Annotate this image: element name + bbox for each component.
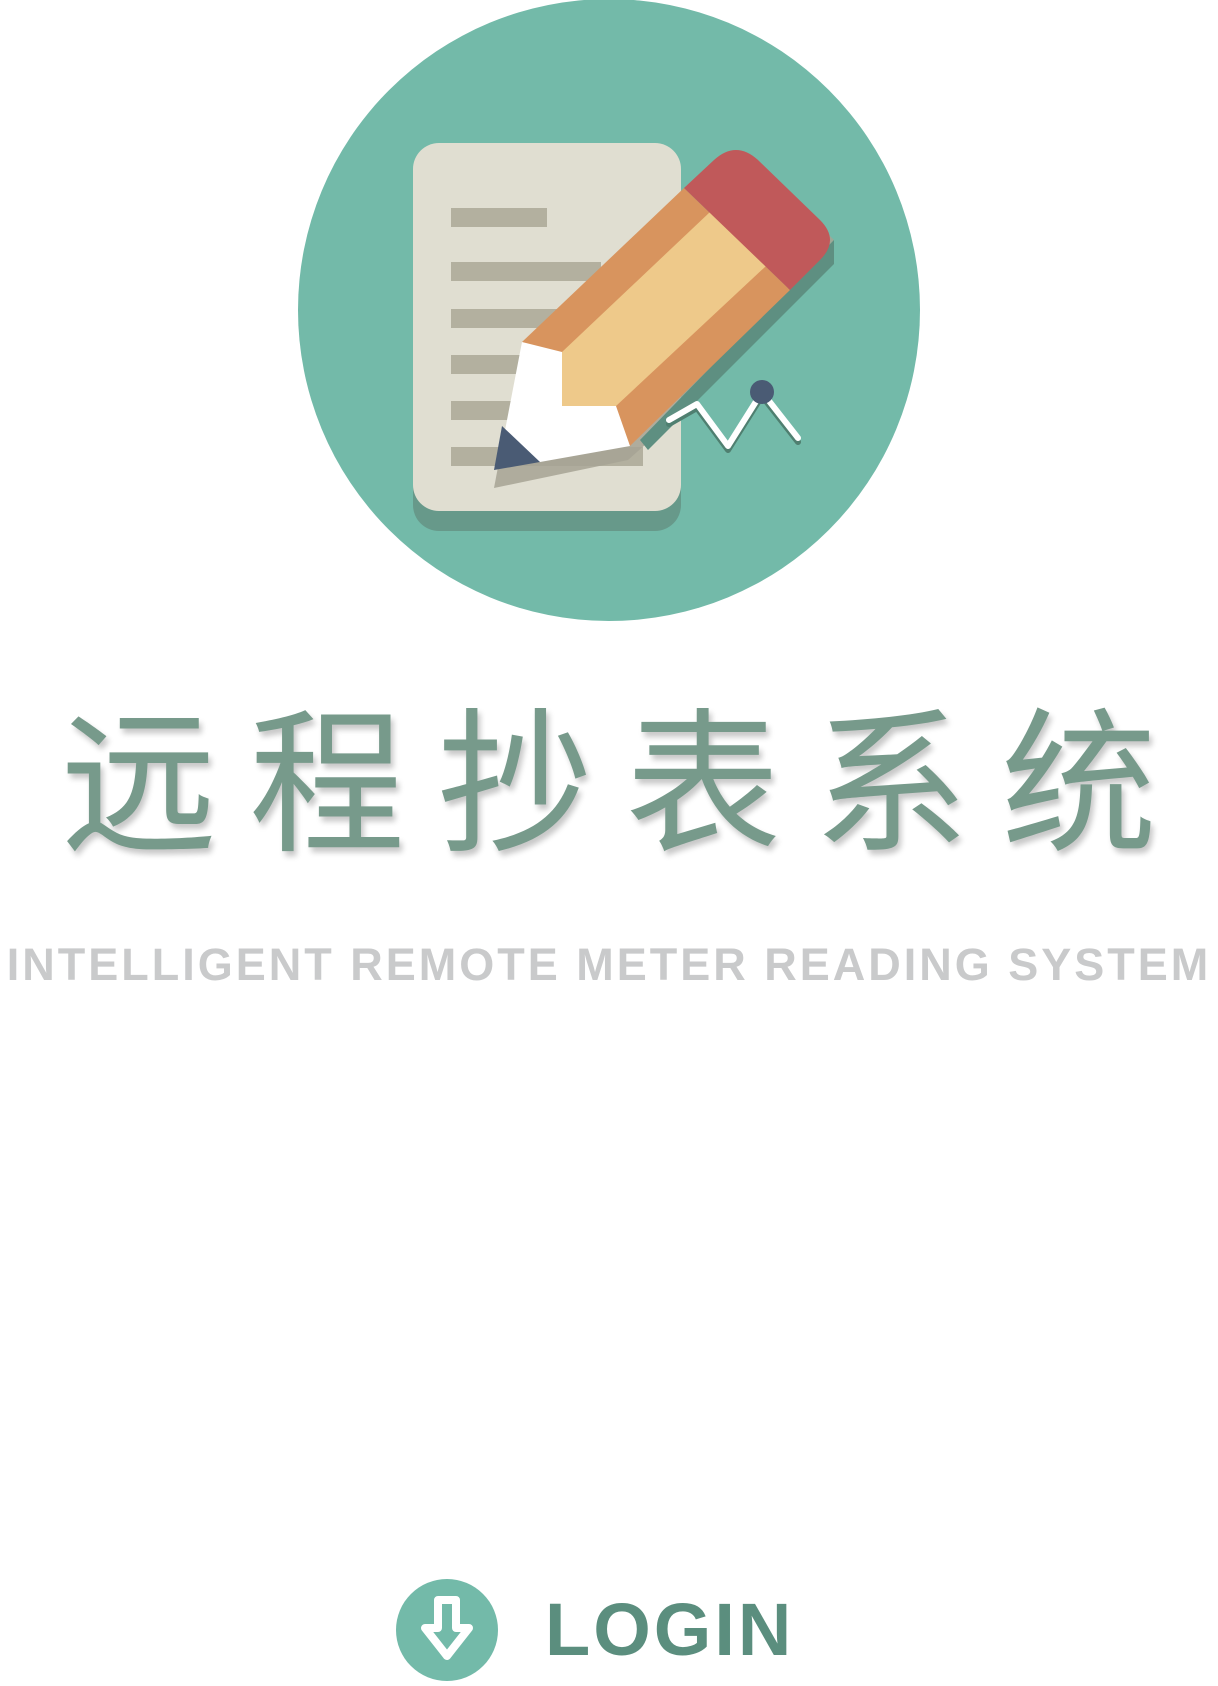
signature-dot <box>750 380 774 404</box>
app-title: 远程抄表系统 <box>61 694 1189 876</box>
login-label: LOGIN <box>545 1588 795 1671</box>
document-pencil-icon <box>298 0 920 621</box>
arrow-down-circle-icon <box>396 1579 498 1681</box>
login-button[interactable]: LOGIN <box>395 1578 794 1682</box>
app-subtitle: INTELLIGENT REMOTE METER READING SYSTEM <box>6 939 1212 990</box>
splash-screen: 远程抄表系统 INTELLIGENT REMOTE METER READING … <box>0 0 1218 1686</box>
